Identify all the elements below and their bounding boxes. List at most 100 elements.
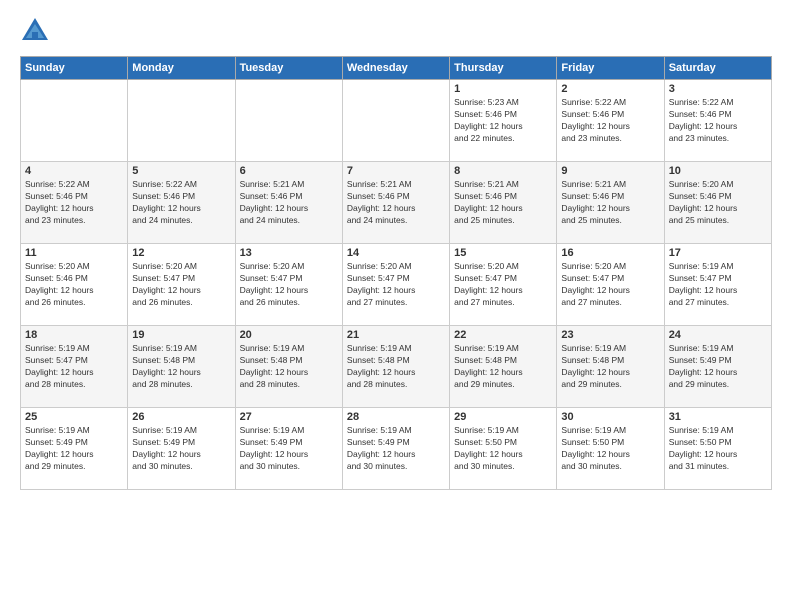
- calendar-header-friday: Friday: [557, 57, 664, 80]
- day-info: Sunrise: 5:20 AM Sunset: 5:47 PM Dayligh…: [454, 261, 552, 309]
- calendar-cell: 13 Sunrise: 5:20 AM Sunset: 5:47 PM Dayli…: [235, 244, 342, 326]
- day-number: 14: [347, 247, 445, 259]
- calendar-cell: [342, 80, 449, 162]
- calendar-header-row: SundayMondayTuesdayWednesdayThursdayFrid…: [21, 57, 772, 80]
- day-number: 21: [347, 329, 445, 341]
- day-number: 27: [240, 411, 338, 423]
- day-info: Sunrise: 5:21 AM Sunset: 5:46 PM Dayligh…: [454, 179, 552, 227]
- logo-icon: [20, 16, 50, 46]
- calendar-cell: 7 Sunrise: 5:21 AM Sunset: 5:46 PM Daylig…: [342, 162, 449, 244]
- calendar-cell: 20Sunrise: 5:19 AM Sunset: 5:48 PM Dayli…: [235, 326, 342, 408]
- calendar-cell: 8 Sunrise: 5:21 AM Sunset: 5:46 PM Daylig…: [450, 162, 557, 244]
- day-info: Sunrise: 5:19 AM Sunset: 5:47 PM Dayligh…: [669, 261, 767, 309]
- calendar-cell: 24 Sunrise: 5:19 AM Sunset: 5:49 PM Dayli…: [664, 326, 771, 408]
- day-info: Sunrise: 5:21 AM Sunset: 5:46 PM Dayligh…: [347, 179, 445, 227]
- calendar-cell: 21 Sunrise: 5:19 AM Sunset: 5:48 PM Dayli…: [342, 326, 449, 408]
- calendar-cell: 27 Sunrise: 5:19 AM Sunset: 5:49 PM Dayli…: [235, 408, 342, 490]
- calendar-cell: 25Sunrise: 5:19 AM Sunset: 5:49 PM Dayli…: [21, 408, 128, 490]
- calendar-cell: 26 Sunrise: 5:19 AM Sunset: 5:49 PM Dayli…: [128, 408, 235, 490]
- day-number: 28: [347, 411, 445, 423]
- calendar-cell: 9Sunrise: 5:21 AM Sunset: 5:46 PM Daylig…: [557, 162, 664, 244]
- calendar-cell: 11Sunrise: 5:20 AM Sunset: 5:46 PM Dayli…: [21, 244, 128, 326]
- day-info: Sunrise: 5:19 AM Sunset: 5:49 PM Dayligh…: [669, 343, 767, 391]
- day-info: Sunrise: 5:19 AM Sunset: 5:48 PM Dayligh…: [240, 343, 338, 391]
- day-number: 15: [454, 247, 552, 259]
- day-number: 17: [669, 247, 767, 259]
- day-number: 22: [454, 329, 552, 341]
- day-info: Sunrise: 5:19 AM Sunset: 5:48 PM Dayligh…: [347, 343, 445, 391]
- calendar-cell: [21, 80, 128, 162]
- day-info: Sunrise: 5:19 AM Sunset: 5:48 PM Dayligh…: [561, 343, 659, 391]
- day-info: Sunrise: 5:21 AM Sunset: 5:46 PM Dayligh…: [240, 179, 338, 227]
- calendar-cell: 18 Sunrise: 5:19 AM Sunset: 5:47 PM Dayli…: [21, 326, 128, 408]
- calendar-cell: 6 Sunrise: 5:21 AM Sunset: 5:46 PM Daylig…: [235, 162, 342, 244]
- day-info: Sunrise: 5:23 AM Sunset: 5:46 PM Dayligh…: [454, 97, 552, 145]
- calendar-header-saturday: Saturday: [664, 57, 771, 80]
- day-number: 9: [561, 165, 659, 177]
- day-info: Sunrise: 5:22 AM Sunset: 5:46 PM Dayligh…: [25, 179, 123, 227]
- calendar-cell: 19 Sunrise: 5:19 AM Sunset: 5:48 PM Dayli…: [128, 326, 235, 408]
- calendar-week-3: 11Sunrise: 5:20 AM Sunset: 5:46 PM Dayli…: [21, 244, 772, 326]
- day-number: 3: [669, 83, 767, 95]
- day-number: 12: [132, 247, 230, 259]
- day-info: Sunrise: 5:19 AM Sunset: 5:50 PM Dayligh…: [669, 425, 767, 473]
- day-number: 30: [561, 411, 659, 423]
- calendar-cell: 12 Sunrise: 5:20 AM Sunset: 5:47 PM Dayli…: [128, 244, 235, 326]
- calendar-header-sunday: Sunday: [21, 57, 128, 80]
- calendar-cell: 2Sunrise: 5:22 AM Sunset: 5:46 PM Daylig…: [557, 80, 664, 162]
- calendar-header-tuesday: Tuesday: [235, 57, 342, 80]
- day-info: Sunrise: 5:20 AM Sunset: 5:47 PM Dayligh…: [347, 261, 445, 309]
- day-number: 1: [454, 83, 552, 95]
- calendar-cell: 30Sunrise: 5:19 AM Sunset: 5:50 PM Dayli…: [557, 408, 664, 490]
- day-info: Sunrise: 5:22 AM Sunset: 5:46 PM Dayligh…: [669, 97, 767, 145]
- day-number: 31: [669, 411, 767, 423]
- day-number: 10: [669, 165, 767, 177]
- calendar-week-2: 4 Sunrise: 5:22 AM Sunset: 5:46 PM Daylig…: [21, 162, 772, 244]
- calendar-cell: 28 Sunrise: 5:19 AM Sunset: 5:49 PM Dayli…: [342, 408, 449, 490]
- day-info: Sunrise: 5:19 AM Sunset: 5:49 PM Dayligh…: [25, 425, 123, 473]
- day-number: 4: [25, 165, 123, 177]
- calendar-cell: 10 Sunrise: 5:20 AM Sunset: 5:46 PM Dayli…: [664, 162, 771, 244]
- calendar-cell: 23 Sunrise: 5:19 AM Sunset: 5:48 PM Dayli…: [557, 326, 664, 408]
- day-info: Sunrise: 5:19 AM Sunset: 5:49 PM Dayligh…: [240, 425, 338, 473]
- day-info: Sunrise: 5:19 AM Sunset: 5:47 PM Dayligh…: [25, 343, 123, 391]
- day-number: 7: [347, 165, 445, 177]
- day-number: 24: [669, 329, 767, 341]
- calendar-cell: [235, 80, 342, 162]
- day-info: Sunrise: 5:20 AM Sunset: 5:47 PM Dayligh…: [132, 261, 230, 309]
- day-info: Sunrise: 5:19 AM Sunset: 5:49 PM Dayligh…: [347, 425, 445, 473]
- day-info: Sunrise: 5:22 AM Sunset: 5:46 PM Dayligh…: [132, 179, 230, 227]
- day-number: 29: [454, 411, 552, 423]
- calendar-week-5: 25Sunrise: 5:19 AM Sunset: 5:49 PM Dayli…: [21, 408, 772, 490]
- calendar-cell: 29 Sunrise: 5:19 AM Sunset: 5:50 PM Dayli…: [450, 408, 557, 490]
- day-info: Sunrise: 5:22 AM Sunset: 5:46 PM Dayligh…: [561, 97, 659, 145]
- day-number: 5: [132, 165, 230, 177]
- day-info: Sunrise: 5:19 AM Sunset: 5:48 PM Dayligh…: [454, 343, 552, 391]
- day-number: 19: [132, 329, 230, 341]
- day-number: 23: [561, 329, 659, 341]
- calendar: SundayMondayTuesdayWednesdayThursdayFrid…: [20, 56, 772, 490]
- calendar-cell: 16 Sunrise: 5:20 AM Sunset: 5:47 PM Dayli…: [557, 244, 664, 326]
- day-number: 8: [454, 165, 552, 177]
- day-info: Sunrise: 5:19 AM Sunset: 5:49 PM Dayligh…: [132, 425, 230, 473]
- day-number: 6: [240, 165, 338, 177]
- calendar-week-4: 18 Sunrise: 5:19 AM Sunset: 5:47 PM Dayli…: [21, 326, 772, 408]
- calendar-cell: 5 Sunrise: 5:22 AM Sunset: 5:46 PM Daylig…: [128, 162, 235, 244]
- header: [20, 16, 772, 46]
- day-number: 26: [132, 411, 230, 423]
- page: SundayMondayTuesdayWednesdayThursdayFrid…: [0, 0, 792, 612]
- day-number: 18: [25, 329, 123, 341]
- day-info: Sunrise: 5:20 AM Sunset: 5:46 PM Dayligh…: [669, 179, 767, 227]
- day-info: Sunrise: 5:20 AM Sunset: 5:47 PM Dayligh…: [561, 261, 659, 309]
- calendar-header-monday: Monday: [128, 57, 235, 80]
- calendar-cell: 15 Sunrise: 5:20 AM Sunset: 5:47 PM Dayli…: [450, 244, 557, 326]
- day-info: Sunrise: 5:20 AM Sunset: 5:47 PM Dayligh…: [240, 261, 338, 309]
- day-info: Sunrise: 5:19 AM Sunset: 5:50 PM Dayligh…: [454, 425, 552, 473]
- day-info: Sunrise: 5:19 AM Sunset: 5:48 PM Dayligh…: [132, 343, 230, 391]
- calendar-cell: [128, 80, 235, 162]
- day-number: 16: [561, 247, 659, 259]
- day-info: Sunrise: 5:20 AM Sunset: 5:46 PM Dayligh…: [25, 261, 123, 309]
- calendar-cell: 31 Sunrise: 5:19 AM Sunset: 5:50 PM Dayli…: [664, 408, 771, 490]
- calendar-cell: 1 Sunrise: 5:23 AM Sunset: 5:46 PM Daylig…: [450, 80, 557, 162]
- day-number: 13: [240, 247, 338, 259]
